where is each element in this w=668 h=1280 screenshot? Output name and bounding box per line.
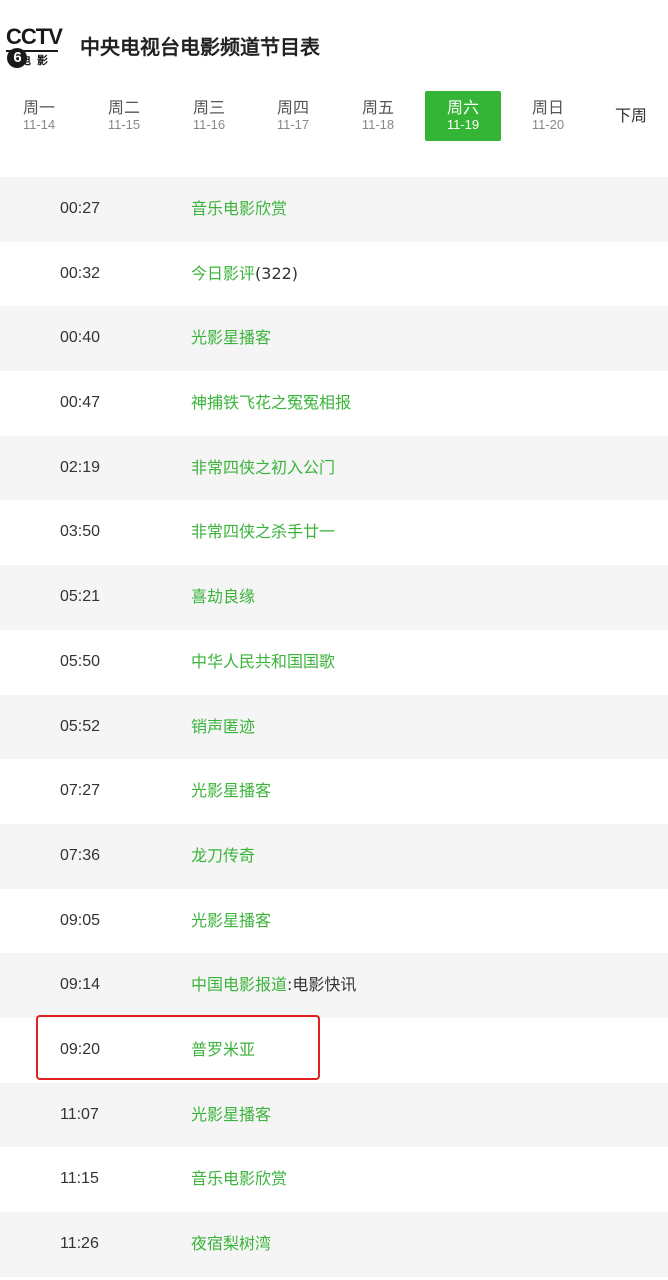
tab-tue[interactable]: 周二 11-15 (86, 91, 162, 141)
tab-mon[interactable]: 周一 11-14 (1, 91, 77, 141)
program-title-link[interactable]: 普罗米亚 (191, 1040, 255, 1059)
logo-main-text: CCTV (6, 24, 63, 49)
tab-date-label: 11-19 (446, 117, 480, 132)
program-title-link[interactable]: 非常四侠之初入公门 (191, 458, 335, 477)
tab-date-label: 11-17 (276, 117, 310, 132)
program-time: 05:21 (60, 588, 101, 606)
program-title-link[interactable]: 光影星播客 (191, 328, 271, 347)
schedule-row: 07:27 光影星播客 (0, 759, 668, 824)
tab-date-label: 11-18 (361, 117, 395, 132)
next-week-label: 下周 (614, 106, 647, 125)
logo-divider (6, 50, 58, 52)
schedule-row: 05:21 喜劫良缘 (0, 565, 668, 630)
schedule-row-highlighted: 09:20 普罗米亚 (0, 1018, 668, 1083)
schedule-row: 02:19 非常四侠之初入公门 (0, 435, 668, 501)
program-title-link[interactable]: 龙刀传奇 (191, 846, 255, 865)
program-title-link[interactable]: 夜宿梨树湾 (191, 1234, 271, 1253)
tab-day-label: 周六 (446, 98, 479, 117)
page-title: 中央电视台电影频道节目表 (80, 35, 320, 59)
day-tabs: 周一 11-14 周二 11-15 周三 11-16 周四 11-17 周五 1… (0, 91, 668, 143)
schedule-row: 11:07 光影星播客 (0, 1082, 668, 1148)
program-time: 09:20 (60, 1040, 101, 1058)
program-title-link[interactable]: 非常四侠之杀手廿一 (191, 522, 335, 541)
tab-day-label: 周三 (192, 98, 225, 117)
program-title-link[interactable]: 销声匿迹 (191, 717, 255, 736)
schedule-row: 09:14 中国电影报道:电影快讯 (0, 953, 668, 1018)
tab-wed[interactable]: 周三 11-16 (171, 91, 247, 141)
program-time: 09:05 (60, 911, 101, 929)
program-title-link[interactable]: 中华人民共和国国歌 (191, 652, 335, 671)
schedule-row: 00:27 音乐电影欣赏 (0, 177, 668, 242)
program-title-link[interactable]: 神捕铁飞花之冤冤相报 (191, 393, 351, 412)
tab-date-label: 11-16 (192, 117, 226, 132)
schedule-row: 03:50 非常四侠之杀手廿一 (0, 500, 668, 565)
tab-date-label: 11-15 (107, 117, 141, 132)
tab-sat-active[interactable]: 周六 11-19 (425, 91, 501, 141)
program-time: 09:14 (60, 976, 101, 994)
program-time: 11:26 (60, 1235, 99, 1252)
program-title-link[interactable]: 光影星播客 (191, 911, 271, 930)
tab-day-label: 周四 (276, 98, 309, 117)
schedule-row: 09:05 光影星播客 (0, 889, 668, 954)
tab-date-label: 11-14 (22, 117, 56, 132)
program-time: 05:50 (60, 652, 101, 670)
program-title-link[interactable]: 中国电影报道 (191, 975, 287, 994)
schedule-row: 00:40 光影星播客 (0, 306, 668, 372)
program-time: 07:36 (60, 846, 101, 864)
schedule-row: 05:50 中华人民共和国国歌 (0, 630, 668, 695)
program-title-link[interactable]: 光影星播客 (191, 1105, 271, 1124)
program-time: 05:52 (60, 717, 101, 735)
tab-day-label: 周二 (107, 98, 140, 117)
program-title-link[interactable]: 喜劫良缘 (191, 587, 255, 606)
tab-date-label: 11-20 (531, 117, 565, 132)
page-header: CCTV6 电影 中央电视台电影频道节目表 (0, 0, 668, 88)
program-time: 00:47 (60, 394, 101, 412)
program-time: 03:50 (60, 523, 101, 541)
program-title-suffix: (322) (255, 263, 299, 283)
tab-sun[interactable]: 周日 11-20 (510, 91, 586, 141)
logo-subtitle: 电影 (20, 54, 54, 67)
program-time: 07:27 (60, 782, 101, 800)
program-time: 11:07 (60, 1105, 99, 1123)
program-title-suffix: :电影快讯 (287, 975, 357, 995)
program-time: 02:19 (60, 458, 101, 476)
tab-day-label: 周一 (22, 98, 55, 117)
schedule-row: 11:26 夜宿梨树湾 (0, 1212, 668, 1277)
tab-day-label: 周五 (361, 98, 394, 117)
program-schedule: 00:27 音乐电影欣赏 00:32 今日影评(322) 00:40 光影星播客… (0, 177, 668, 1277)
program-title-link[interactable]: 音乐电影欣赏 (191, 1169, 287, 1188)
next-week-button[interactable]: 下周 (594, 91, 668, 141)
program-title-link[interactable]: 音乐电影欣赏 (191, 199, 287, 218)
program-time: 00:27 (60, 200, 101, 217)
tab-day-label: 周日 (531, 98, 564, 117)
tab-thu[interactable]: 周四 11-17 (255, 91, 331, 141)
schedule-row: 11:15 音乐电影欣赏 (0, 1147, 668, 1212)
schedule-row: 05:52 销声匿迹 (0, 694, 668, 760)
cctv6-logo: CCTV6 电影 (6, 26, 76, 70)
program-time: 11:15 (60, 1170, 99, 1188)
tab-fri[interactable]: 周五 11-18 (340, 91, 416, 141)
schedule-row: 07:36 龙刀传奇 (0, 823, 668, 889)
program-title-link[interactable]: 光影星播客 (191, 781, 271, 800)
program-time: 00:32 (60, 264, 101, 282)
program-time: 00:40 (60, 329, 101, 347)
schedule-row: 00:47 神捕铁飞花之冤冤相报 (0, 371, 668, 436)
schedule-row: 00:32 今日影评(322) (0, 242, 668, 307)
program-title-link[interactable]: 今日影评 (191, 264, 255, 283)
